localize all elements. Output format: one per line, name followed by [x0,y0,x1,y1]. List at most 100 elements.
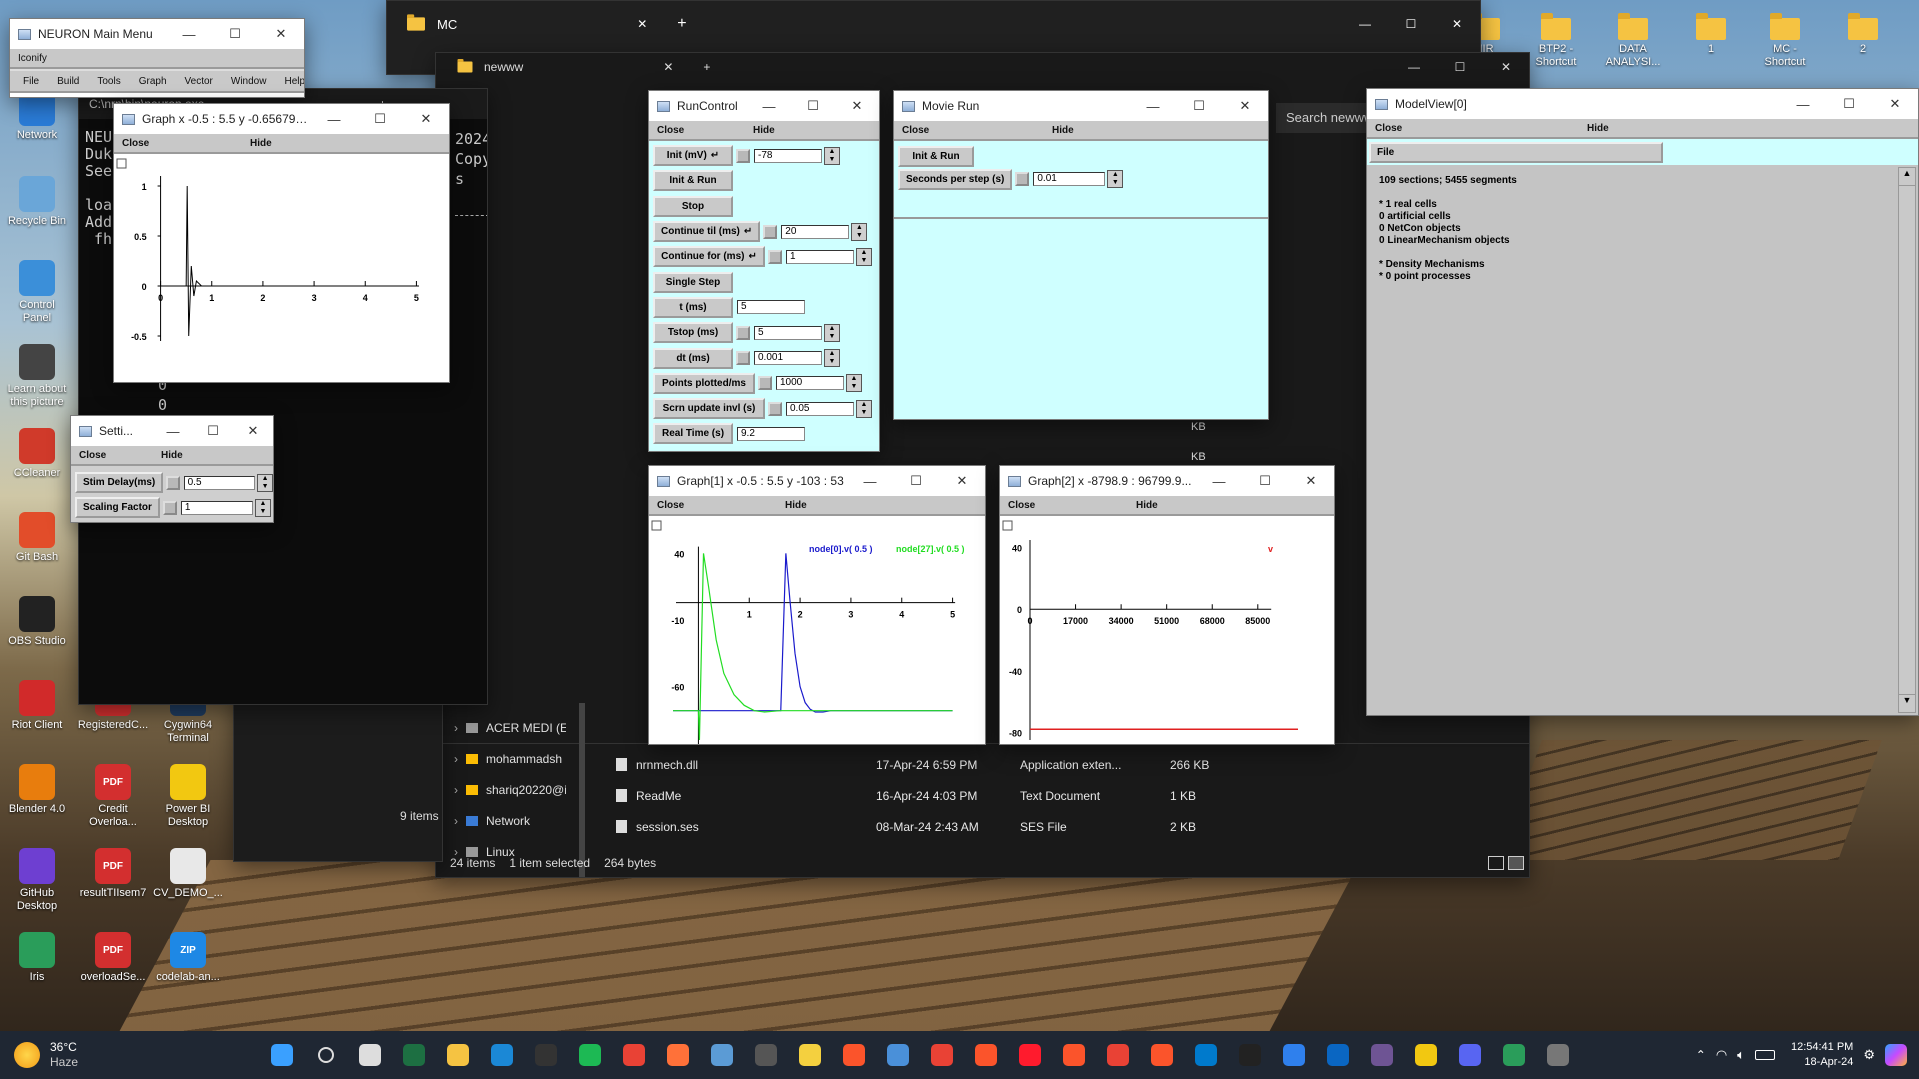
modelview-line[interactable]: 0 LinearMechanism objects [1379,235,1517,247]
taskbar-firefox-icon[interactable] [660,1037,696,1073]
seconds-per-step-field[interactable]: 0.01 [1033,172,1106,186]
taskbar-notes-icon[interactable] [792,1037,828,1073]
taskbar-opera-icon[interactable] [1012,1037,1048,1073]
modelview-line[interactable]: * 1 real cells [1379,199,1517,211]
close-button[interactable]: Close [114,138,242,149]
runcontrol-button[interactable]: Real Time (s) [653,423,733,445]
maximize-icon[interactable]: ☐ [1388,17,1434,31]
wifi-icon[interactable]: ◠ [1716,1047,1727,1063]
taskbar-neuron-icon[interactable] [1540,1037,1576,1073]
taskbar-brave-icon[interactable] [836,1037,872,1073]
maximize-icon[interactable]: ☐ [193,416,233,446]
desktop-icon[interactable]: 1 [1678,10,1744,56]
maximize-icon[interactable]: ☐ [357,104,403,134]
minimize-icon[interactable]: — [747,91,791,121]
spinner-arrows-icon[interactable]: ▲ ▼ [856,399,872,418]
settings-value-field[interactable]: 0.5 [183,475,256,490]
close-icon[interactable]: ✕ [233,416,273,446]
battery-icon[interactable] [1754,1050,1775,1060]
runcontrol-value-field[interactable]: 20 [781,224,850,239]
runcontrol-checkbox[interactable] [763,224,778,239]
iconify-button[interactable]: Iconify [10,53,55,64]
runcontrol-button[interactable]: Tstop (ms) [653,322,733,344]
file-menu-button[interactable]: File [1369,141,1663,163]
modelview-tree[interactable]: 109 sections; 5455 segments * 1 real cell… [1379,175,1517,283]
spinner-arrows-icon[interactable]: ▲ ▼ [856,247,872,266]
new-tab-icon[interactable]: + [677,15,686,33]
taskbar-chrome-icon[interactable] [1100,1037,1136,1073]
runcontrol-value-field[interactable]: 1000 [776,376,844,391]
desktop-icon[interactable]: 2 [1830,10,1896,56]
modelview-line[interactable] [1379,247,1517,259]
chevron-right-icon[interactable]: › [454,721,458,735]
volume-icon[interactable]: 🔈︎ [1737,1047,1745,1063]
desktop-icon[interactable]: Recycle Bin [4,176,70,228]
scroll-up-icon[interactable]: ▲ [1899,168,1915,186]
runcontrol-value-field[interactable]: 0.001 [754,351,822,366]
minimize-icon[interactable]: — [847,466,893,496]
runcontrol-button[interactable]: Continue til (ms) ↵ [653,221,761,243]
desktop-icon[interactable]: CV_DEMO_... [153,848,223,900]
details-view-icon[interactable] [1488,856,1504,870]
runcontrol-button[interactable]: dt (ms) [653,347,733,369]
maximize-icon[interactable]: ☐ [1176,91,1222,121]
desktop-icon[interactable]: PDF Credit Overloa... [80,764,146,829]
explorer-window-2[interactable]: 9 items [233,690,443,862]
notification-bell-icon[interactable]: ⚙ [1863,1047,1875,1063]
desktop-icon[interactable]: PDF overloadSe... [80,932,146,984]
taskbar-linkedin-icon[interactable] [1320,1037,1356,1073]
minimize-icon[interactable]: — [153,416,193,446]
desktop-icon[interactable]: Git Bash [4,512,70,564]
seconds-per-step-checkbox[interactable] [1015,172,1030,186]
spinner-arrows-icon[interactable]: ▲ ▼ [824,349,840,368]
spinner-arrows-icon[interactable]: ▲ ▼ [254,498,271,517]
close-icon[interactable]: ✕ [1288,466,1334,496]
close-button[interactable]: Close [71,450,153,461]
iconify-bar[interactable]: Iconify [10,49,304,69]
close-icon[interactable]: ✕ [1222,91,1268,121]
settings-param-button[interactable]: Scaling Factor [75,497,160,518]
hide-button[interactable]: Hide [242,138,280,149]
modelview-window[interactable]: ModelView[0] — ☐ ✕ Close Hide File 109 s… [1366,88,1919,716]
close-tab-icon[interactable]: ✕ [663,60,673,74]
modelview-line[interactable] [1379,187,1517,199]
menu-graph[interactable]: Graph [130,76,176,87]
desktop-icon[interactable]: MC - Shortcut [1752,10,1818,69]
minimize-icon[interactable]: — [1130,91,1176,121]
maximize-icon[interactable]: ☐ [791,91,835,121]
desktop-icon[interactable]: Riot Client [4,680,70,732]
maximize-icon[interactable]: ☐ [212,19,258,49]
taskbar-powerbi-icon[interactable] [1408,1037,1444,1073]
taskbar-brave-icon[interactable] [1144,1037,1180,1073]
tiles-view-icon[interactable] [1508,856,1524,870]
minimize-icon[interactable]: — [166,19,212,49]
hide-button[interactable]: Hide [1579,123,1617,134]
runcontrol-checkbox[interactable] [768,401,782,416]
runcontrol-checkbox[interactable] [736,148,750,163]
maximize-icon[interactable]: ☐ [893,466,939,496]
close-icon[interactable]: ✕ [1872,89,1918,119]
close-tab-icon[interactable]: ✕ [637,17,647,31]
copilot-icon[interactable] [1885,1044,1907,1066]
graph1-window[interactable]: Graph[1] x -0.5 : 5.5 y -103 : 53 — ☐ ✕ … [648,465,986,745]
maximize-icon[interactable]: ☐ [1242,466,1288,496]
hide-button[interactable]: Hide [1044,125,1082,136]
spinner-arrows-icon[interactable]: ▲ ▼ [1107,170,1124,188]
desktop-icon[interactable]: OBS Studio [4,596,70,648]
menu-file[interactable]: File [14,76,48,87]
desktop-icon[interactable]: DATA ANALYSI... [1600,10,1666,69]
desktop-icon[interactable]: Iris [4,932,70,984]
newww-tab-title[interactable]: newww [484,60,523,74]
runcontrol-value-field[interactable]: 5 [754,325,822,340]
hide-button[interactable]: Hide [153,450,191,461]
seconds-per-step-button[interactable]: Seconds per step (s) [898,168,1013,190]
desktop-icon[interactable]: Blender 4.0 [4,764,70,816]
spinner-arrows-icon[interactable]: ▲ ▼ [257,473,273,492]
graph2-window[interactable]: Graph[2] x -8798.9 : 96799.9... — ☐ ✕ Cl… [999,465,1335,745]
scroll-down-icon[interactable]: ▼ [1899,694,1915,712]
settings-value-field[interactable]: 1 [180,500,253,515]
spinner-arrows-icon[interactable]: ▲ ▼ [824,146,840,165]
close-icon[interactable]: ✕ [258,19,304,49]
taskbar-search-icon[interactable] [308,1037,344,1073]
maximize-icon[interactable]: ☐ [1437,60,1483,74]
